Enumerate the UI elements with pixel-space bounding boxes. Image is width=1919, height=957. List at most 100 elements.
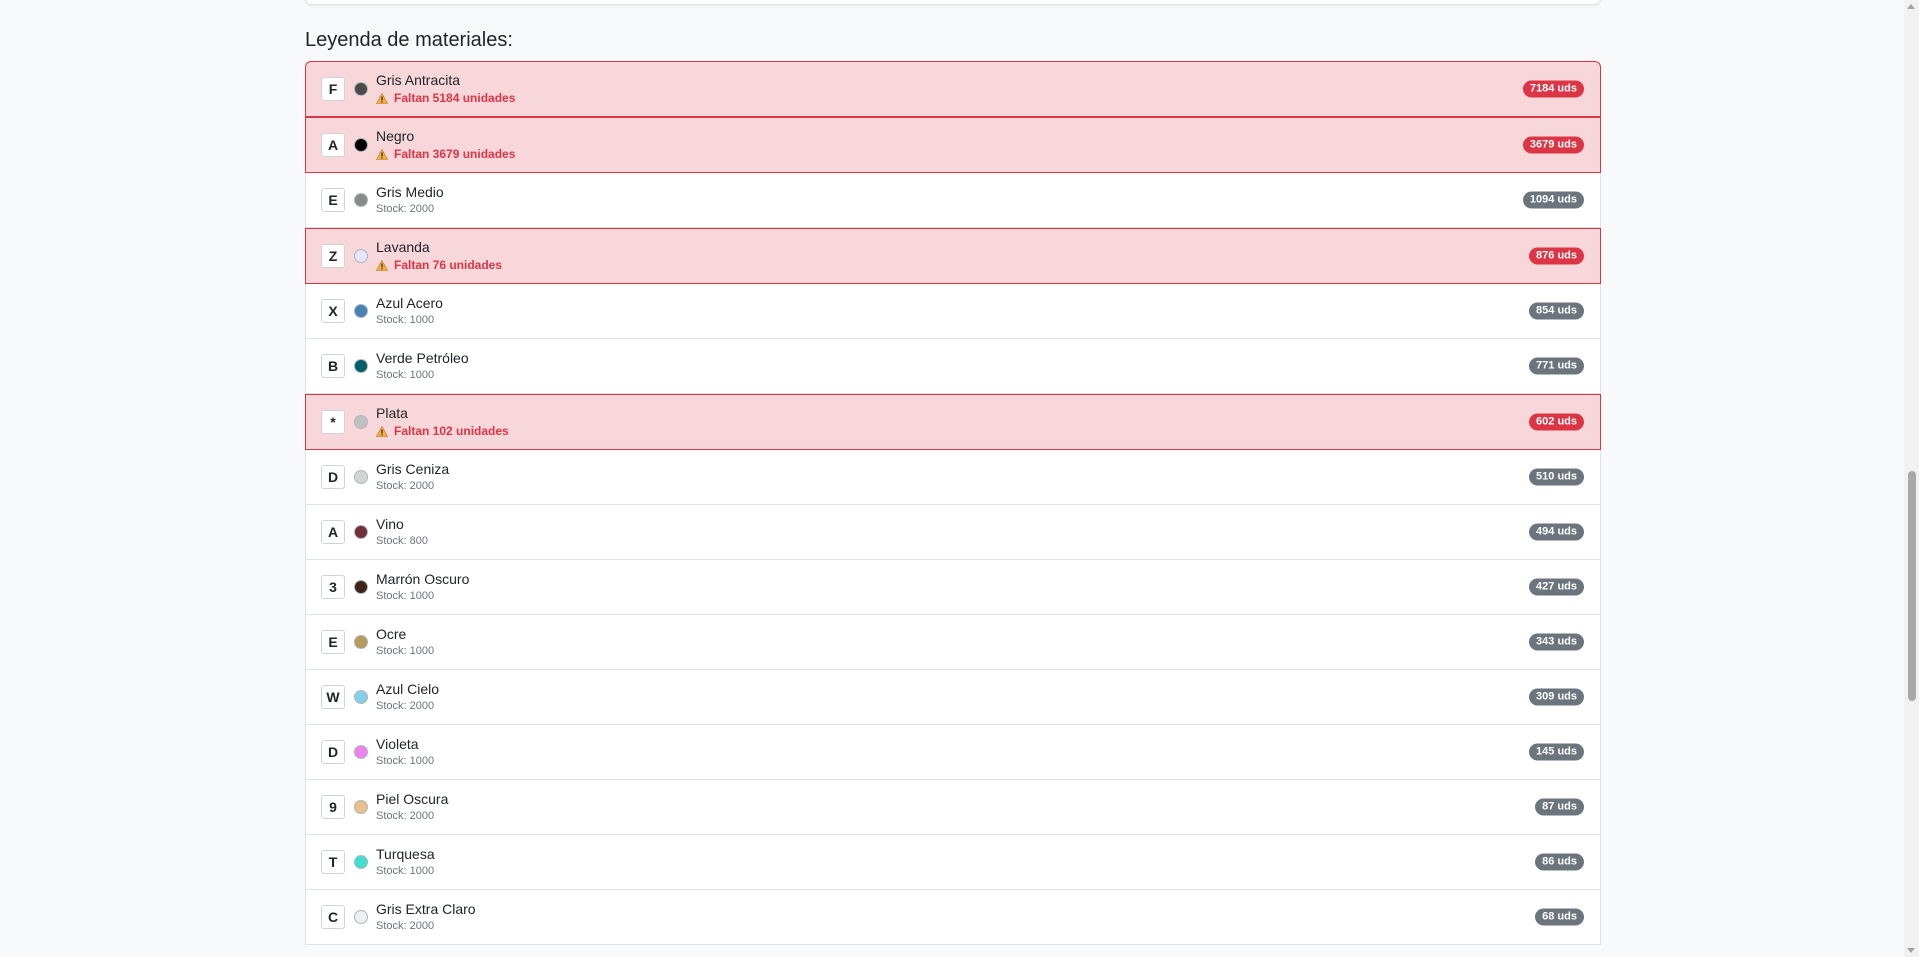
- scroll-up-arrow-icon[interactable]: [1907, 4, 1915, 9]
- stock-text: Stock: 2000: [376, 699, 435, 712]
- material-info: Gris Medio Stock: 2000: [376, 184, 444, 217]
- material-name: Azul Acero: [376, 294, 443, 311]
- material-letter: X: [321, 299, 345, 323]
- shortage-warning: Faltan 76 unidades: [376, 258, 502, 273]
- material-letter: E: [321, 630, 345, 654]
- color-swatch: [354, 193, 368, 207]
- material-row: A Vino Stock: 800 494 uds: [305, 505, 1601, 560]
- units-badge: 771 uds: [1529, 357, 1584, 375]
- material-info: Azul Cielo Stock: 2000: [376, 681, 439, 714]
- material-letter: A: [321, 520, 345, 544]
- warning-icon: [376, 260, 388, 271]
- stock-text: Stock: 2000: [376, 202, 435, 215]
- material-row: * Plata Faltan 102 unidades 602 uds: [305, 394, 1601, 450]
- stock-text: Stock: 2000: [376, 809, 435, 822]
- warning-icon: [376, 426, 388, 437]
- units-badge: 68 uds: [1535, 908, 1584, 926]
- color-swatch: [354, 82, 368, 96]
- material-info: Gris Extra Claro Stock: 2000: [376, 901, 476, 934]
- material-letter: C: [321, 905, 345, 929]
- units-badge: 427 uds: [1529, 578, 1584, 596]
- material-letter: 3: [321, 575, 345, 599]
- vertical-scrollbar[interactable]: [1904, 0, 1919, 957]
- material-row: E Ocre Stock: 1000 343 uds: [305, 615, 1601, 670]
- stock-text: Stock: 1000: [376, 864, 435, 877]
- units-badge: 494 uds: [1529, 523, 1584, 541]
- material-info: Negro Faltan 3679 unidades: [376, 128, 515, 162]
- material-letter: Z: [321, 244, 345, 268]
- material-letter: *: [321, 410, 345, 434]
- stock-text: Stock: 800: [376, 534, 428, 547]
- shortage-text: Faltan 102 unidades: [394, 424, 509, 438]
- color-swatch: [354, 910, 368, 924]
- material-letter: W: [321, 685, 345, 709]
- material-row: W Azul Cielo Stock: 2000 309 uds: [305, 670, 1601, 725]
- units-badge: 602 uds: [1529, 413, 1584, 431]
- material-name: Negro: [376, 128, 415, 144]
- material-name: Piel Oscura: [376, 790, 449, 807]
- units-badge: 510 uds: [1529, 468, 1584, 486]
- material-letter: E: [321, 188, 345, 212]
- stock-text: Stock: 2000: [376, 919, 435, 932]
- material-row: T Turquesa Stock: 1000 86 uds: [305, 835, 1601, 890]
- material-info: Gris Antracita Faltan 5184 unidades: [376, 72, 515, 106]
- material-name: Verde Petróleo: [376, 349, 469, 366]
- material-name: Turquesa: [376, 845, 435, 862]
- previous-card: [305, 0, 1601, 5]
- material-letter: D: [321, 740, 345, 764]
- material-letter: T: [321, 850, 345, 874]
- stock-text: Stock: 1000: [376, 754, 435, 767]
- units-badge: 854 uds: [1529, 302, 1584, 320]
- material-row: X Azul Acero Stock: 1000 854 uds: [305, 284, 1601, 339]
- shortage-text: Faltan 5184 unidades: [394, 91, 516, 105]
- material-info: Azul Acero Stock: 1000: [376, 295, 443, 328]
- material-row: A Negro Faltan 3679 unidades 3679 uds: [305, 117, 1601, 173]
- material-row: F Gris Antracita Faltan 5184 unidades 7184 …: [305, 61, 1601, 117]
- color-swatch: [354, 470, 368, 484]
- material-name: Azul Cielo: [376, 680, 440, 697]
- material-info: Gris Ceniza Stock: 2000: [376, 461, 449, 494]
- material-info: Violeta Stock: 1000: [376, 736, 434, 769]
- color-swatch: [354, 580, 368, 594]
- units-badge: 343 uds: [1529, 633, 1584, 651]
- materials-legend-list: F Gris Antracita Faltan 5184 unidades 7184 …: [305, 61, 1601, 945]
- material-info: Turquesa Stock: 1000: [376, 846, 435, 879]
- material-row: D Violeta Stock: 1000 145 uds: [305, 725, 1601, 780]
- material-info: Ocre Stock: 1000: [376, 626, 434, 659]
- shortage-warning: Faltan 102 unidades: [376, 424, 509, 439]
- material-row: C Gris Extra Claro Stock: 2000 68 uds: [305, 890, 1601, 945]
- stock-text: Stock: 1000: [376, 589, 435, 602]
- material-info: Marrón Oscuro Stock: 1000: [376, 571, 469, 604]
- shortage-text: Faltan 3679 unidades: [394, 147, 516, 161]
- material-name: Violeta: [376, 735, 419, 752]
- stock-text: Stock: 2000: [376, 479, 435, 492]
- color-swatch: [354, 249, 368, 263]
- material-name: Gris Ceniza: [376, 460, 450, 477]
- color-swatch: [354, 525, 368, 539]
- color-swatch: [354, 635, 368, 649]
- warning-icon: [376, 93, 388, 104]
- shortage-warning: Faltan 5184 unidades: [376, 91, 515, 106]
- page: Leyenda de materiales: F Gris Antracita Fa…: [0, 0, 1919, 957]
- stock-text: Stock: 1000: [376, 644, 435, 657]
- material-letter: 9: [321, 795, 345, 819]
- material-row: Z Lavanda Faltan 76 unidades 876 uds: [305, 228, 1601, 284]
- warning-icon: [376, 149, 388, 160]
- units-badge: 87 uds: [1535, 798, 1584, 816]
- legend-title: Leyenda de materiales:: [305, 29, 513, 51]
- material-name: Vino: [376, 515, 404, 532]
- color-swatch: [354, 138, 368, 152]
- scroll-down-arrow-icon[interactable]: [1907, 948, 1915, 953]
- color-swatch: [354, 415, 368, 429]
- material-name: Gris Antracita: [376, 72, 461, 88]
- material-info: Vino Stock: 800: [376, 516, 428, 549]
- color-swatch: [354, 855, 368, 869]
- scrollbar-thumb[interactable]: [1908, 471, 1916, 701]
- material-letter: D: [321, 465, 345, 489]
- color-swatch: [354, 359, 368, 373]
- material-name: Lavanda: [376, 239, 430, 255]
- material-info: Verde Petróleo Stock: 1000: [376, 350, 469, 383]
- material-letter: A: [321, 133, 345, 157]
- material-row: 3 Marrón Oscuro Stock: 1000 427 uds: [305, 560, 1601, 615]
- color-swatch: [354, 745, 368, 759]
